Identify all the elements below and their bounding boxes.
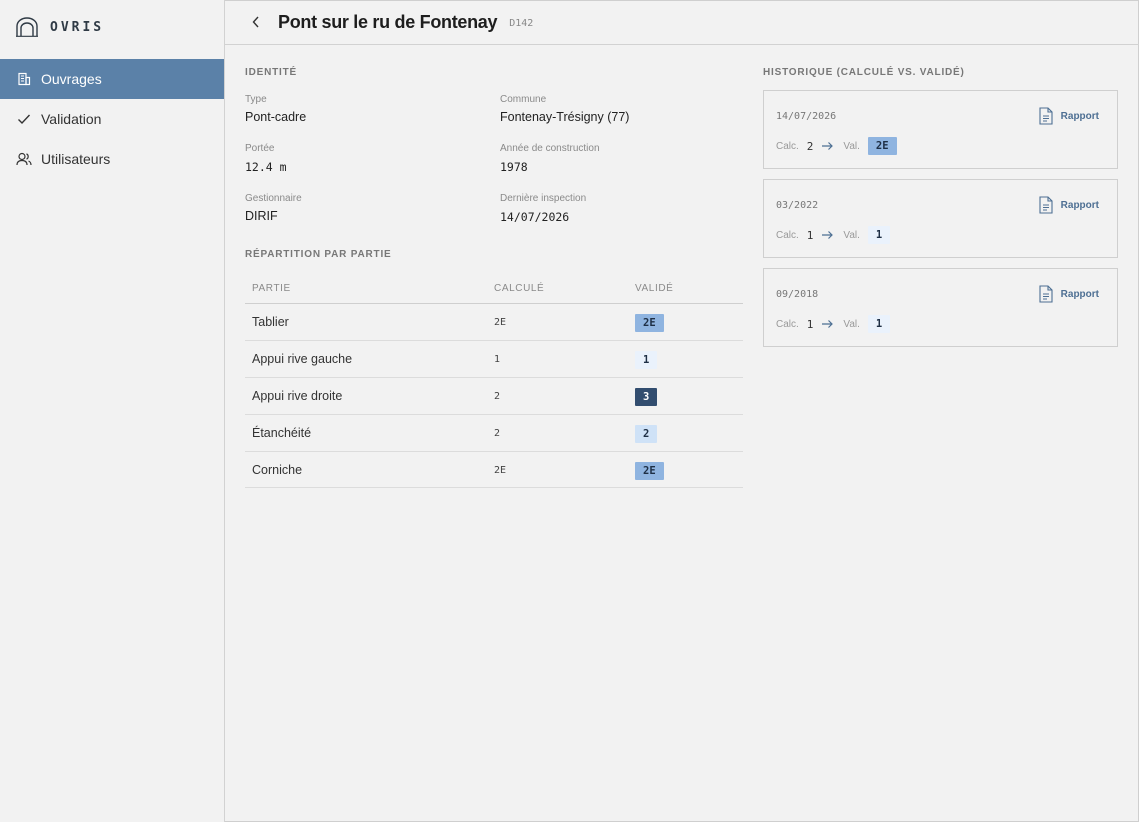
structure-code: D142 (509, 17, 534, 29)
history-values: Calc. 2 Val. 2E (776, 135, 897, 157)
chevron-left-icon (252, 16, 259, 28)
arrow-right-icon (821, 318, 835, 330)
report-label: Rapport (1060, 288, 1099, 300)
sidebar-item-label: Ouvrages (41, 71, 102, 87)
header-calcule: CALCULÉ (494, 283, 545, 294)
history-card: 09/2018 Rapport Calc. 1 Val. 1 (763, 268, 1118, 347)
calc-value: 1 (806, 317, 814, 331)
calc-label: Calc. (776, 318, 799, 330)
brand: OVRIS (0, 0, 224, 54)
type-value: Pont-cadre (245, 110, 307, 124)
building-icon (16, 71, 32, 87)
row-partie: Appui rive gauche (252, 352, 353, 366)
row-valide: 1 (635, 350, 658, 369)
row-valide: 2 (635, 424, 658, 443)
identity-section-title: IDENTITÉ (245, 67, 297, 78)
calc-label: Calc. (776, 140, 799, 152)
repartition-table: PARTIE CALCULÉ VALIDÉ Tablier 2E 2E Appui r… (245, 277, 743, 488)
row-calcule: 2 (494, 428, 501, 439)
portee-value: 12.4 m (245, 160, 287, 174)
document-icon (1039, 196, 1053, 214)
sidebar-item-utilisateurs[interactable]: Utilisateurs (0, 139, 224, 179)
inspection-label: Dernière inspection (500, 193, 587, 204)
row-valide: 3 (635, 387, 658, 406)
report-label: Rapport (1060, 110, 1099, 122)
grade-badge: 2E (635, 462, 664, 480)
grade-badge: 1 (867, 226, 891, 244)
val-label: Val. (843, 140, 860, 152)
val-label: Val. (843, 229, 860, 241)
row-partie: Corniche (252, 463, 303, 477)
table-row[interactable]: Tablier 2E 2E (245, 304, 743, 341)
history-card: 03/2022 Rapport Calc. 1 Val. 1 (763, 179, 1118, 258)
commune-label: Commune (500, 94, 547, 105)
row-calcule: 2E (494, 317, 507, 328)
calc-value: 1 (806, 228, 814, 242)
arrow-right-icon (821, 140, 835, 152)
sidebar: OVRIS Ouvrages Validation Utilisateurs (0, 0, 225, 822)
grade-badge: 1 (635, 351, 658, 369)
document-icon (1039, 107, 1053, 125)
grade-badge: 2E (867, 137, 897, 155)
app-name: OVRIS (50, 19, 105, 35)
history-card: 14/07/2026 Rapport Calc. 2 Val. 2E (763, 90, 1118, 169)
report-link[interactable]: Rapport (1039, 107, 1099, 125)
annee-value: 1978 (500, 160, 528, 174)
history-values: Calc. 1 Val. 1 (776, 313, 891, 335)
arrow-right-icon (821, 229, 835, 241)
commune-value: Fontenay-Trésigny (77) (500, 110, 630, 124)
document-icon (1039, 285, 1053, 303)
sidebar-item-ouvrages[interactable]: Ouvrages (0, 59, 224, 99)
history-date: 03/2022 (776, 200, 819, 211)
table-row[interactable]: Corniche 2E 2E (245, 452, 743, 488)
table-header: PARTIE CALCULÉ VALIDÉ (245, 277, 743, 304)
header-partie: PARTIE (252, 283, 291, 294)
history-values: Calc. 1 Val. 1 (776, 224, 891, 246)
table-row[interactable]: Étanchéité 2 2 (245, 415, 743, 452)
repartition-section-title: RÉPARTITION PAR PARTIE (245, 249, 392, 260)
sidebar-nav: Ouvrages Validation Utilisateurs (0, 59, 224, 179)
users-icon (16, 151, 32, 167)
page-title: Pont sur le ru de Fontenay (278, 11, 498, 32)
report-label: Rapport (1060, 199, 1099, 211)
val-label: Val. (843, 318, 860, 330)
row-partie: Étanchéité (252, 426, 312, 440)
sidebar-item-label: Utilisateurs (41, 151, 111, 167)
report-link[interactable]: Rapport (1039, 285, 1099, 303)
gestionnaire-label: Gestionnaire (245, 193, 302, 204)
sidebar-item-validation[interactable]: Validation (0, 99, 224, 139)
row-valide: 2E (635, 313, 664, 332)
report-link[interactable]: Rapport (1039, 196, 1099, 214)
row-valide: 2E (635, 461, 664, 480)
grade-badge: 2E (635, 314, 664, 332)
history-date: 09/2018 (776, 289, 819, 300)
calc-value: 2 (806, 139, 814, 153)
inspection-value: 14/07/2026 (500, 210, 570, 224)
row-calcule: 1 (494, 354, 501, 365)
portee-label: Portée (245, 143, 275, 154)
history-section-title: HISTORIQUE (CALCULÉ VS. VALIDÉ) (763, 67, 965, 78)
grade-badge: 3 (635, 388, 658, 406)
history-date: 14/07/2026 (776, 111, 837, 122)
row-partie: Tablier (252, 315, 289, 329)
sidebar-item-label: Validation (41, 111, 102, 127)
gestionnaire-value: DIRIF (245, 209, 278, 223)
bridge-logo-icon (16, 17, 38, 37)
row-partie: Appui rive droite (252, 389, 343, 403)
type-label: Type (245, 94, 267, 105)
page-header: Pont sur le ru de Fontenay D142 (225, 0, 1139, 45)
check-icon (16, 111, 32, 127)
back-button[interactable] (246, 12, 266, 32)
annee-label: Année de construction (500, 143, 600, 154)
grade-badge: 2 (635, 425, 658, 443)
row-calcule: 2 (494, 391, 501, 402)
grade-badge: 1 (867, 315, 891, 333)
table-row[interactable]: Appui rive droite 2 3 (245, 378, 743, 415)
table-row[interactable]: Appui rive gauche 1 1 (245, 341, 743, 378)
calc-label: Calc. (776, 229, 799, 241)
header-valide: VALIDÉ (635, 283, 674, 294)
row-calcule: 2E (494, 465, 507, 476)
